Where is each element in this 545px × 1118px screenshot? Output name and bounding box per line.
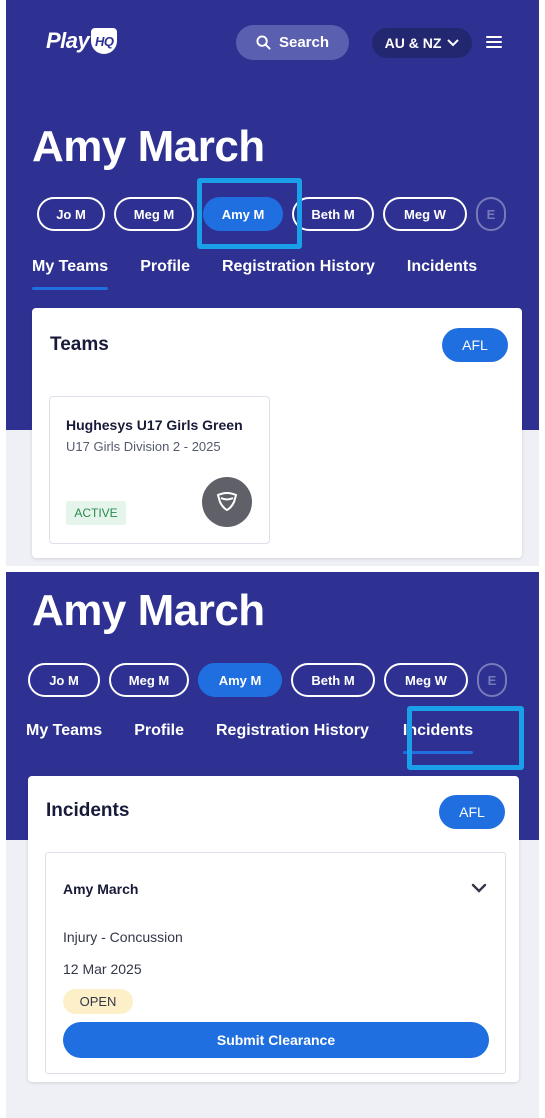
- chip-jo-m[interactable]: Jo M: [37, 197, 105, 231]
- chip-e[interactable]: E: [476, 197, 506, 231]
- search-icon: [256, 35, 271, 50]
- region-selector[interactable]: AU & NZ: [372, 28, 472, 58]
- region-label: AU & NZ: [384, 35, 442, 51]
- chip-beth-m[interactable]: Beth M: [291, 663, 375, 697]
- tab-registration-history[interactable]: Registration History: [222, 258, 375, 290]
- search-label: Search: [278, 34, 330, 51]
- logo-text: Play: [46, 28, 90, 53]
- incident-date: 12 Mar 2025: [63, 961, 142, 977]
- chip-amy-m[interactable]: Amy M: [203, 197, 283, 231]
- active-tab-underline: [402, 751, 474, 754]
- tab-my-teams[interactable]: My Teams: [32, 258, 109, 290]
- incidents-card: Incidents AFL Amy March Injury - Concuss…: [28, 776, 519, 1082]
- screenshot-panel-incidents: Amy March Jo M Meg M Amy M Beth M Meg W …: [6, 572, 539, 1118]
- logo-shield-icon: HQ: [91, 28, 118, 54]
- page-title: Amy March: [32, 122, 265, 171]
- chip-meg-m[interactable]: Meg M: [114, 197, 194, 231]
- incidents-card-title: Incidents: [46, 800, 130, 821]
- page-title: Amy March: [32, 586, 265, 635]
- teams-card-title: Teams: [50, 334, 109, 355]
- tab-my-teams-label: My Teams: [32, 258, 109, 275]
- chip-jo-m[interactable]: Jo M: [28, 663, 100, 697]
- chip-amy-m[interactable]: Amy M: [198, 663, 282, 697]
- chip-meg-m[interactable]: Meg M: [109, 663, 189, 697]
- incident-person-name: Amy March: [63, 881, 139, 897]
- profile-tabs: My Teams Profile Registration History In…: [32, 258, 477, 290]
- chip-e[interactable]: E: [477, 663, 507, 697]
- tab-profile[interactable]: Profile: [134, 722, 184, 754]
- incident-item: Amy March Injury - Concussion 12 Mar 202…: [45, 852, 506, 1074]
- playhq-logo[interactable]: Play HQ: [46, 28, 118, 54]
- submit-clearance-button[interactable]: Submit Clearance: [63, 1022, 489, 1058]
- status-badge: ACTIVE: [66, 501, 126, 525]
- active-tab-underline: [32, 287, 109, 290]
- team-name: Hughesys U17 Girls Green: [66, 417, 243, 433]
- tab-registration-history[interactable]: Registration History: [216, 722, 369, 754]
- tab-my-teams[interactable]: My Teams: [26, 722, 102, 754]
- tab-profile[interactable]: Profile: [140, 258, 190, 290]
- team-division: U17 Girls Division 2 - 2025: [66, 439, 221, 454]
- sport-filter-badge[interactable]: AFL: [439, 795, 505, 829]
- tab-incidents-label: Incidents: [402, 722, 474, 739]
- profile-tabs: My Teams Profile Registration History In…: [26, 722, 474, 754]
- teams-card: Teams AFL Hughesys U17 Girls Green U17 G…: [32, 308, 522, 558]
- chip-beth-m[interactable]: Beth M: [292, 197, 374, 231]
- chip-meg-w[interactable]: Meg W: [383, 197, 467, 231]
- hamburger-menu-icon[interactable]: [486, 36, 502, 48]
- chevron-down-icon[interactable]: [471, 883, 487, 893]
- profile-chips: Jo M Meg M Amy M Beth M Meg W E: [37, 197, 506, 231]
- incident-type: Injury - Concussion: [63, 929, 183, 945]
- tab-incidents[interactable]: Incidents: [402, 722, 474, 754]
- tab-incidents[interactable]: Incidents: [407, 258, 477, 290]
- screenshot-panel-my-teams: Play HQ Search AU & NZ Amy March Jo M Me…: [6, 0, 539, 566]
- team-logo-icon: [202, 477, 252, 527]
- search-button[interactable]: Search: [236, 25, 349, 60]
- sport-filter-badge[interactable]: AFL: [442, 328, 508, 362]
- chip-meg-w[interactable]: Meg W: [384, 663, 468, 697]
- status-badge: OPEN: [63, 989, 133, 1014]
- profile-chips: Jo M Meg M Amy M Beth M Meg W E: [28, 663, 507, 697]
- chevron-down-icon: [447, 39, 460, 47]
- team-card[interactable]: Hughesys U17 Girls Green U17 Girls Divis…: [49, 396, 270, 544]
